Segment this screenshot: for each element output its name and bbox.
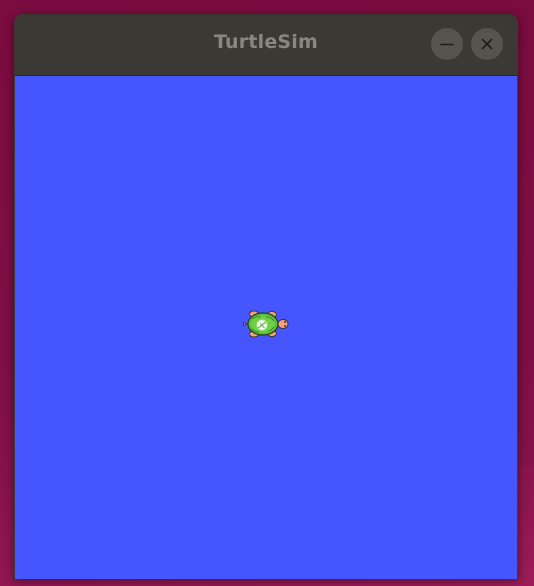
close-icon <box>481 38 493 50</box>
turtlesim-window: TurtleSim <box>14 14 518 579</box>
window-titlebar[interactable]: TurtleSim <box>14 14 518 76</box>
minimize-button[interactable] <box>431 28 463 60</box>
minimize-icon <box>440 43 454 46</box>
turtle-icon <box>243 310 289 338</box>
turtle-canvas[interactable] <box>15 76 517 579</box>
close-button[interactable] <box>471 28 503 60</box>
